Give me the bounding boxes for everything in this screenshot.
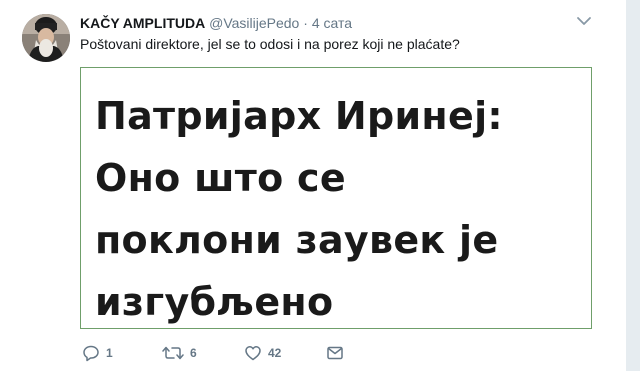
direct-message-icon: [326, 344, 344, 362]
tweet-actions: 1 6 42: [80, 343, 380, 363]
header-separator: ·: [303, 15, 308, 31]
avatar-image: [22, 14, 70, 62]
like-button[interactable]: 42: [244, 343, 281, 363]
reply-button[interactable]: 1: [82, 343, 113, 363]
tweet-timestamp[interactable]: 4 сата: [312, 15, 352, 31]
like-count: 42: [268, 346, 282, 360]
media-text-line: Оно што се: [95, 156, 346, 200]
avatar[interactable]: [22, 14, 70, 62]
media-text-line: Патријарх Иринеј:: [95, 94, 503, 138]
author-handle[interactable]: @VasilijePedo: [209, 15, 299, 31]
retweet-icon: [162, 344, 184, 362]
media-text-line: поклони заувек је: [95, 218, 499, 262]
tweet-header: KAČY AMPLITUDA @VasilijePedo · 4 сата: [80, 14, 352, 32]
retweet-button[interactable]: 6: [162, 343, 197, 363]
retweet-count: 6: [190, 346, 197, 360]
reply-icon: [82, 344, 100, 362]
tweet-text: Poštovani direktore, jel se to odosi i n…: [80, 36, 460, 52]
tweet-card: KAČY AMPLITUDA @VasilijePedo · 4 сата Po…: [0, 0, 640, 371]
chevron-down-icon[interactable]: [576, 14, 592, 28]
author-name[interactable]: KAČY AMPLITUDA: [80, 15, 205, 31]
media-text-line: изгубљено: [95, 280, 334, 324]
heart-icon: [244, 344, 262, 362]
reply-count: 1: [106, 346, 113, 360]
tweet-media-image[interactable]: Патријарх Иринеј: Оно што се поклони зау…: [80, 67, 592, 329]
timeline-edge: [626, 0, 640, 371]
direct-message-button[interactable]: [326, 343, 344, 363]
